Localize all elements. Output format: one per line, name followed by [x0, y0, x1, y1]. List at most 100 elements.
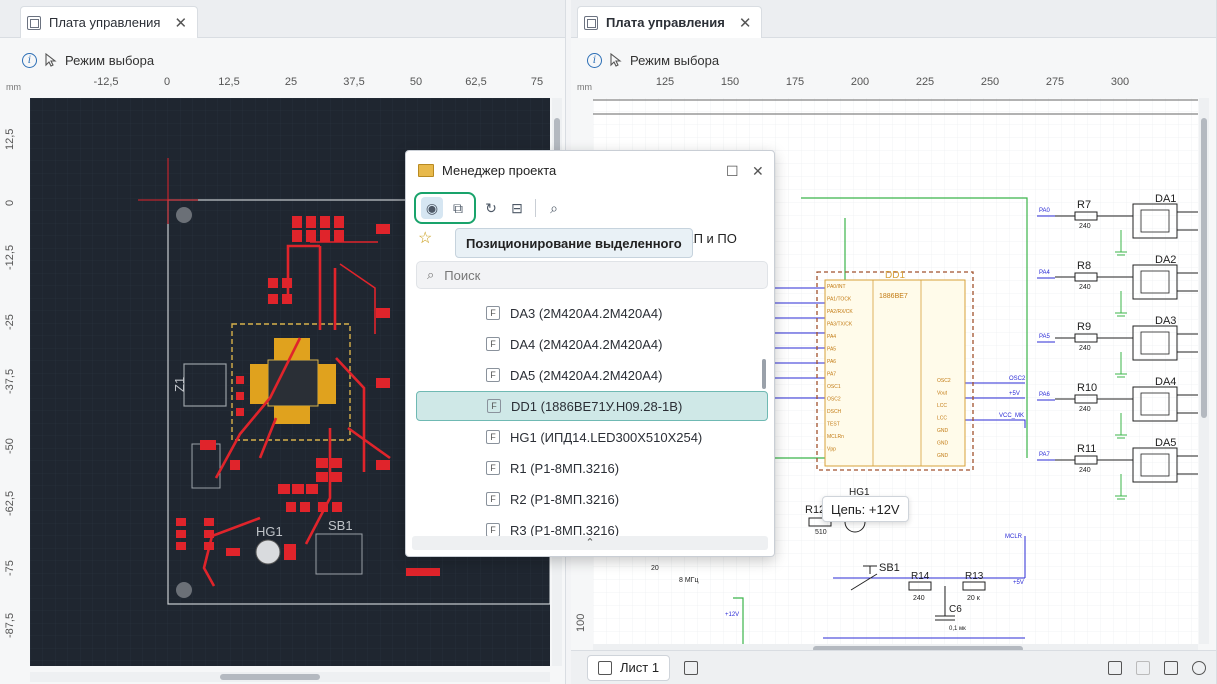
sheet-properties-icon[interactable] [1108, 660, 1122, 675]
pointer-icon[interactable] [610, 53, 622, 67]
dd1-pin-label: OSC2 [827, 397, 841, 403]
collapse-all-icon[interactable]: ⊟ [506, 197, 528, 219]
dd1-pin-label: PA6 [827, 359, 836, 365]
search-icon: ⌕ [427, 267, 435, 282]
resistor-val: 240 [1079, 406, 1091, 413]
resistor-ref: R10 [1077, 382, 1097, 394]
c6-ref: C6 [949, 604, 962, 615]
resistor-val: 240 [1079, 467, 1091, 474]
mode-label[interactable]: Режим выбора [630, 53, 719, 68]
refresh-icon[interactable]: ↻ [480, 197, 502, 219]
highlighted-tool-group: ◉ ⧉ [414, 192, 476, 224]
right-tab-bar: Плата управления ✕ [571, 0, 1216, 38]
r13-val: 20 к [967, 595, 981, 602]
pointer-icon[interactable] [45, 53, 57, 67]
scroll-thumb[interactable] [1201, 118, 1207, 418]
dd1-pin-label: OSC1 [827, 384, 841, 390]
tooltip-locate-selected: Позиционирование выделенного [455, 228, 693, 258]
add-sheet-icon[interactable] [684, 660, 699, 675]
dd1-part: 1886BE7 [879, 293, 908, 300]
close-icon[interactable]: ✕ [174, 14, 187, 32]
ruler-tick: 250 [980, 76, 1000, 88]
pcb-horizontal-scrollbar[interactable] [30, 672, 550, 682]
scroll-thumb[interactable] [220, 674, 320, 680]
mode-label[interactable]: Режим выбора [65, 53, 154, 68]
resistor-ref: R9 [1077, 321, 1091, 333]
tree-item-selected[interactable]: F DD1 (1886BE71У.H09.28-1B) [416, 391, 768, 421]
pcb-label-z1: Z1 [172, 377, 187, 392]
search-input[interactable]: ⌕ Поиск [416, 261, 768, 289]
tree-item-label: HG1 (ИПД14.LED300X510X254) [510, 429, 703, 445]
zoom-selected-button[interactable]: ⧉ [447, 197, 469, 219]
sheet-tab[interactable]: Лист 1 [587, 654, 671, 681]
ruler-tick: 12,5 [4, 128, 16, 150]
project-folder-icon [418, 164, 434, 177]
tree-item[interactable]: F R1 (P1-8MП.3216) [416, 453, 768, 483]
sheet-bar: Лист 1 [571, 650, 1216, 684]
dd1-pin-label: PA4 [827, 334, 836, 340]
list-scrollbar-thumb[interactable] [762, 359, 766, 389]
right-toolbar: i Режим выбора [571, 48, 1216, 72]
svg-text:PA6: PA6 [1039, 392, 1051, 398]
dd1-pin-label: TEST [827, 422, 840, 428]
ruler-tick: -87,5 [4, 612, 16, 638]
tree-item[interactable]: F R2 (P1-8MП.3216) [416, 484, 768, 514]
collapse-panel-button[interactable]: ⌃ [412, 536, 768, 550]
left-tab-bar: Плата управления ✕ [0, 0, 565, 38]
optocoupler-ref: DA1 [1155, 193, 1176, 205]
tab-pcb-board[interactable]: Плата управления ✕ [20, 6, 199, 38]
sheet-icon [598, 660, 612, 675]
close-icon[interactable]: ✕ [739, 14, 752, 32]
info-icon[interactable]: i [22, 52, 37, 68]
tree-item-label: DA4 (2M420A4.2M420A4) [510, 336, 663, 352]
schematic-vertical-scrollbar[interactable] [1199, 98, 1209, 644]
horizontal-ruler: mm -12,5 0 12,5 25 37,5 50 62,5 75 [0, 76, 555, 96]
search-component-icon[interactable]: ⌕ [543, 197, 565, 219]
r14-val: 240 [913, 595, 925, 602]
c6-val: 0,1 мк [949, 626, 966, 632]
ruler-tick: 37,5 [343, 76, 365, 88]
dd1-pin-label: GND [937, 453, 949, 459]
pcb-label-hg1: HG1 [256, 524, 283, 539]
left-toolbar: i Режим выбора [0, 48, 565, 72]
tab-kp-po[interactable]: КП и ПО [686, 231, 737, 246]
net-label-12v: +12V [725, 612, 739, 618]
tab-schematic[interactable]: Плата управления ✕ [577, 6, 763, 38]
resistor-ref: R8 [1077, 260, 1091, 272]
net-label: OSC2 [1009, 376, 1026, 382]
tree-item-label: R2 (P1-8MП.3216) [510, 491, 620, 507]
crystal-val: 8 МГц [679, 577, 698, 584]
tree-item[interactable]: F DA4 (2M420A4.2M420A4) [416, 329, 768, 359]
resistor-val: 240 [1079, 284, 1091, 291]
tree-item[interactable]: F HG1 (ИПД14.LED300X510X254) [416, 422, 768, 452]
vertical-ruler: 12,5 0 -12,5 -25 -37,5 -50 -62,5 -75 -87… [0, 98, 22, 666]
ruler-tick: 200 [850, 76, 870, 88]
horizontal-ruler: mm 125 150 175 200 225 250 275 300 [571, 76, 1206, 96]
settings-icon[interactable] [1192, 660, 1206, 675]
dialog-title-text: Менеджер проекта [442, 163, 557, 178]
pcb-label-sb1: SB1 [328, 518, 353, 533]
maximize-icon[interactable]: ☐ [726, 163, 739, 180]
net-label-5v: +5V [1013, 580, 1024, 586]
r13-ref: R13 [965, 571, 984, 582]
dd1-pin-label: PA5 [827, 347, 836, 353]
net-label: +5V [1009, 391, 1020, 397]
locate-selected-button[interactable]: ◉ [421, 197, 443, 219]
dd1-pin-label: DSCH [827, 409, 842, 415]
close-icon[interactable]: ✕ [752, 163, 764, 180]
ruler-unit: mm [577, 82, 592, 92]
filter-icon[interactable] [1164, 660, 1178, 675]
dd1-pin-label: PA7 [827, 372, 836, 378]
favorites-star-icon[interactable]: ☆ [418, 228, 432, 248]
svg-text:PA5: PA5 [1039, 334, 1051, 340]
search-placeholder: Поиск [444, 267, 481, 283]
footprint-icon: F [486, 523, 500, 537]
component-tree: F DA3 (2M420A4.2M420A4) F DA4 (2M420A4.2M4… [416, 298, 768, 546]
footprint-icon: F [486, 430, 500, 444]
tree-item[interactable]: F DA3 (2M420A4.2M420A4) [416, 298, 768, 328]
tree-item[interactable]: F DA5 (2M420A4.2M420A4) [416, 360, 768, 390]
delete-sheet-icon[interactable] [1136, 660, 1150, 675]
info-icon[interactable]: i [587, 52, 602, 68]
ruler-tick: 50 [409, 76, 423, 88]
dd1-pin-label: MCLRn [827, 434, 844, 440]
